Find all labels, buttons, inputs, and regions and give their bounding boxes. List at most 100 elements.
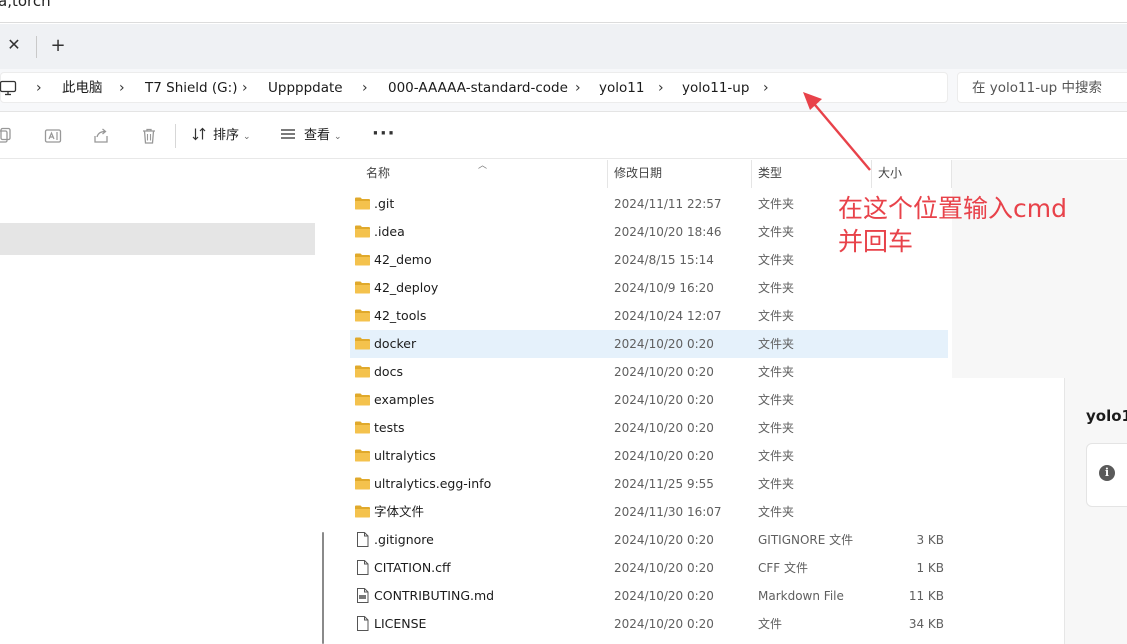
file-date: 2024/10/24 12:07: [614, 309, 722, 323]
file-type: 文件夹: [758, 225, 795, 239]
file-row[interactable]: 42_deploy 2024/10/9 16:20 文件夹: [350, 274, 948, 302]
file-name: docker: [374, 336, 417, 351]
column-header-row: 名称 ︿ 修改日期 类型 大小: [332, 160, 952, 188]
file-name: 42_tools: [374, 308, 427, 323]
file-name: .idea: [374, 224, 405, 239]
file-date: 2024/10/20 0:20: [614, 393, 714, 407]
file-type: GITIGNORE 文件: [758, 533, 854, 547]
search-input[interactable]: 在 yolo11-up 中搜索: [957, 72, 1127, 103]
file-type: 文件夹: [758, 253, 795, 267]
chevron-down-icon: ⌄: [243, 132, 251, 142]
file-date: 2024/10/20 0:20: [614, 365, 714, 379]
sort-label: 排序: [213, 128, 240, 143]
markdown-file-icon: [357, 588, 369, 603]
file-type: 文件夹: [758, 309, 795, 323]
file-name: ultralytics.egg-info: [374, 476, 492, 491]
breadcrumb-chevron-icon[interactable]: ›: [575, 73, 581, 104]
file-row[interactable]: CITATION.cff 2024/10/20 0:20 CFF 文件 1 KB: [350, 554, 948, 582]
more-options-icon[interactable]: ···: [372, 122, 395, 150]
copy-icon[interactable]: [0, 126, 14, 146]
window-title-strip: a,torch: [0, 0, 1127, 23]
file-type: 文件: [758, 617, 783, 631]
file-date: 2024/10/20 0:20: [614, 617, 714, 631]
folder-icon: [355, 309, 370, 322]
breadcrumb-chevron-icon[interactable]: ›: [362, 73, 368, 104]
folder-icon: [355, 505, 370, 518]
details-title: yolo11: [1086, 407, 1127, 425]
breadcrumb-yolo11-up[interactable]: yolo11-up: [682, 73, 749, 104]
file-row[interactable]: 字体文件 2024/11/30 16:07 文件夹: [350, 498, 948, 526]
address-row: › 此电脑 › T7 Shield (G:) › Uppppdate › 000…: [0, 69, 1127, 112]
this-pc-icon[interactable]: [0, 80, 17, 96]
file-date: 2024/10/20 0:20: [614, 449, 714, 463]
file-row[interactable]: 42_tools 2024/10/24 12:07 文件夹: [350, 302, 948, 330]
file-row[interactable]: ultralytics 2024/10/20 0:20 文件夹: [350, 442, 948, 470]
file-name: .gitignore: [374, 532, 434, 547]
column-size[interactable]: 大小: [872, 160, 902, 188]
view-label: 查看: [304, 128, 331, 143]
file-row[interactable]: examples 2024/10/20 0:20 文件夹: [350, 386, 948, 414]
folder-icon: [355, 421, 370, 434]
folder-icon: [355, 365, 370, 378]
file-icon: [357, 560, 369, 575]
breadcrumb-chevron-icon[interactable]: ›: [658, 73, 664, 104]
file-name: ultralytics: [374, 448, 436, 463]
file-name: tests: [374, 420, 405, 435]
breadcrumb-yolo11[interactable]: yolo11: [599, 73, 644, 104]
breadcrumb-drive[interactable]: T7 Shield (G:): [145, 73, 237, 104]
folder-icon: [355, 477, 370, 490]
file-date: 2024/10/20 0:20: [614, 561, 714, 575]
file-date: 2024/11/11 22:57: [614, 197, 722, 211]
nav-selected-item[interactable]: [0, 223, 315, 255]
close-tab-icon[interactable]: ✕: [4, 34, 24, 56]
annotation-text: 在这个位置输入cmd 并回车: [838, 192, 1098, 258]
tab-divider: [36, 36, 37, 58]
sort-ascending-icon: ︿: [478, 161, 488, 171]
breadcrumb-chevron-icon[interactable]: ›: [242, 73, 248, 104]
breadcrumb-this-pc[interactable]: 此电脑: [62, 73, 103, 104]
details-info-box: i: [1086, 443, 1127, 507]
column-name[interactable]: 名称: [360, 160, 390, 188]
file-type: 文件夹: [758, 505, 795, 519]
file-date: 2024/10/20 0:20: [614, 533, 714, 547]
address-bar[interactable]: › 此电脑 › T7 Shield (G:) › Uppppdate › 000…: [0, 72, 948, 103]
rename-icon[interactable]: [43, 126, 63, 146]
file-row[interactable]: docker 2024/10/20 0:20 文件夹: [350, 330, 948, 358]
column-date[interactable]: 修改日期: [608, 160, 662, 188]
file-name: CITATION.cff: [374, 560, 451, 575]
column-type[interactable]: 类型: [752, 160, 782, 188]
file-size: 34 KB: [908, 617, 944, 631]
tab-bar: ✕ +: [0, 24, 1127, 69]
file-row[interactable]: docs 2024/10/20 0:20 文件夹: [350, 358, 948, 386]
file-date: 2024/10/9 16:20: [614, 281, 714, 295]
breadcrumb-chevron-icon[interactable]: ›: [119, 73, 125, 104]
breadcrumb-uppppdate[interactable]: Uppppdate: [268, 73, 343, 104]
file-date: 2024/10/20 0:20: [614, 421, 714, 435]
file-row[interactable]: ultralytics.egg-info 2024/11/25 9:55 文件夹: [350, 470, 948, 498]
breadcrumb-chevron-icon[interactable]: ›: [36, 73, 42, 104]
breadcrumb-standard-code[interactable]: 000-AAAAA-standard-code: [388, 73, 568, 104]
file-type: Markdown File: [758, 589, 844, 603]
folder-icon: [355, 225, 370, 238]
new-tab-button[interactable]: +: [46, 34, 70, 58]
view-button[interactable]: 查看 ⌄: [280, 122, 342, 150]
folder-icon: [355, 253, 370, 266]
folder-icon: [355, 281, 370, 294]
file-icon: [357, 532, 369, 547]
file-name: .git: [374, 196, 395, 211]
file-row[interactable]: .gitignore 2024/10/20 0:20 GITIGNORE 文件 3 K…: [350, 526, 948, 554]
sort-icon: [192, 127, 206, 141]
view-icon: [281, 129, 295, 139]
file-row[interactable]: tests 2024/10/20 0:20 文件夹: [350, 414, 948, 442]
file-date: 2024/10/20 0:20: [614, 337, 714, 351]
delete-icon[interactable]: [139, 126, 159, 146]
file-row[interactable]: LICENSE 2024/10/20 0:20 文件 34 KB: [350, 610, 948, 638]
share-icon[interactable]: [91, 126, 111, 146]
file-type: 文件夹: [758, 281, 795, 295]
breadcrumb-chevron-icon[interactable]: ›: [763, 73, 769, 104]
sort-button[interactable]: 排序 ⌄: [191, 122, 251, 150]
folder-icon: [355, 449, 370, 462]
chevron-down-icon: ⌄: [334, 132, 342, 142]
file-row[interactable]: CONTRIBUTING.md 2024/10/20 0:20 Markdown F…: [350, 582, 948, 610]
nav-scrollbar[interactable]: [322, 532, 324, 644]
